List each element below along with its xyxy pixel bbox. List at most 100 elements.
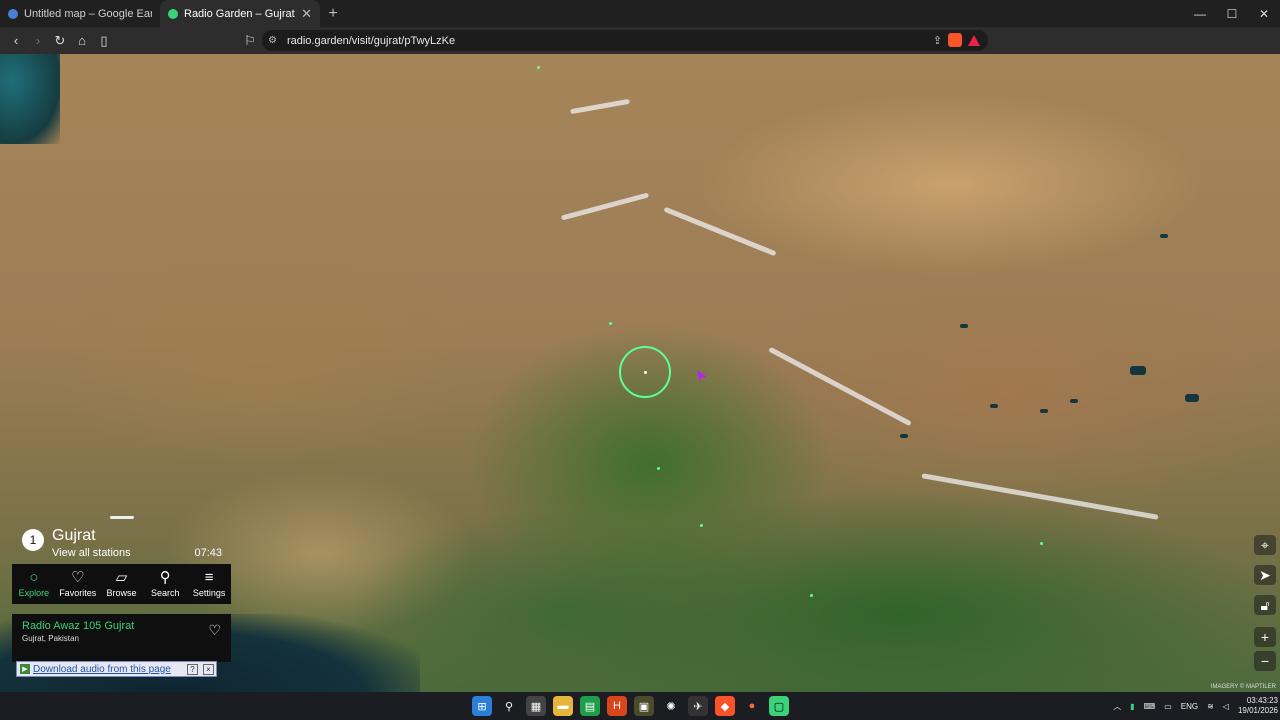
wifi-icon[interactable]: ≋	[1207, 702, 1214, 711]
locate-icon[interactable]: ➤	[1254, 565, 1276, 585]
station-dot[interactable]	[1040, 542, 1043, 545]
now-playing[interactable]: Radio Awaz 105 Gujrat Gujrat, Pakistan ♡	[12, 614, 231, 662]
microphone-icon[interactable]: ●	[742, 696, 762, 716]
forward-icon[interactable]: ›	[28, 31, 48, 51]
nav-label: Favorites	[59, 588, 97, 598]
tab-title: Radio Garden – Gujrat	[184, 7, 295, 20]
share-icon[interactable]: ⇪	[933, 34, 942, 47]
windows-start-icon[interactable]: ⊞	[472, 696, 492, 716]
mic-icon[interactable]: ▮	[1130, 702, 1134, 711]
close-button[interactable]: ×	[203, 663, 214, 675]
sea-region	[0, 54, 60, 144]
lake	[1040, 409, 1048, 413]
panel-nav: ○ Explore ♡ Favorites ▱ Browse ⚲ Search …	[12, 564, 231, 604]
chatgpt-icon[interactable]: ✺	[661, 696, 681, 716]
lake	[1130, 366, 1146, 375]
nav-search[interactable]: ⚲ Search	[143, 564, 187, 604]
nav-browse[interactable]: ▱ Browse	[100, 564, 144, 604]
game-icon[interactable]: ▣	[634, 696, 654, 716]
close-window-button[interactable]: ✕	[1248, 0, 1280, 27]
home-icon[interactable]: ⌂	[72, 31, 92, 51]
search-icon[interactable]: ⚲	[499, 696, 519, 716]
tab-strip: Untitled map – Google Earth Radio Garden…	[0, 0, 1280, 27]
url-field[interactable]: ⚙ radio.garden/visit/gujrat/pTwyLzKe ⇪	[262, 30, 988, 51]
folder-icon[interactable]: ▬	[553, 696, 573, 716]
snow-ridge	[663, 206, 777, 257]
nav-favorites[interactable]: ♡ Favorites	[56, 564, 100, 604]
app-icon[interactable]: ✈	[688, 696, 708, 716]
download-audio-link[interactable]: Download audio from this page	[33, 664, 184, 675]
new-tab-button[interactable]: +	[320, 0, 346, 27]
station-dot[interactable]	[810, 594, 813, 597]
clock-time: 03:43:23	[1246, 696, 1278, 705]
snow-ridge	[570, 98, 630, 115]
snow-ridge	[768, 346, 912, 427]
bookmark-icon[interactable]: ⚐	[240, 31, 260, 51]
store-icon[interactable]: ▦	[526, 696, 546, 716]
chevron-up-icon[interactable]: ︿	[1113, 701, 1121, 712]
maximize-button[interactable]: ☐	[1216, 0, 1248, 27]
lock-icon[interactable]: 🔓︎	[1254, 595, 1276, 615]
local-time: 07:43	[194, 547, 222, 559]
lake	[1185, 394, 1199, 402]
zoom-out-icon[interactable]: −	[1254, 651, 1276, 671]
nav-label: Explore	[18, 588, 50, 598]
help-button[interactable]: ?	[187, 663, 198, 675]
globe-view-icon[interactable]: ⌖	[1254, 535, 1276, 555]
place-header[interactable]: 1 Gujrat View all stations 07:43	[22, 527, 230, 563]
taskbar: ⊞ ⚲ ▦ ▬ ▤ H ▣ ✺ ✈ ◆ ● ▢ ︿ ▮ ⌨ ▭ ENG ≋ ◁ …	[0, 692, 1280, 720]
tab-google-earth[interactable]: Untitled map – Google Earth	[0, 0, 160, 27]
language-indicator[interactable]: ENG	[1181, 702, 1198, 711]
view-all-stations-link[interactable]: View all stations	[52, 547, 131, 559]
station-dot[interactable]	[700, 524, 703, 527]
brave-shields-icon[interactable]	[948, 33, 962, 47]
cursor-icon	[697, 370, 707, 382]
lake	[1070, 399, 1078, 403]
nav-explore[interactable]: ○ Explore	[12, 564, 56, 604]
favorite-heart-icon[interactable]: ♡	[208, 622, 221, 639]
clock-date: 19/01/2026	[1237, 706, 1278, 715]
back-icon[interactable]: ‹	[6, 31, 26, 51]
brave-icon[interactable]: ◆	[715, 696, 735, 716]
omnibox-actions: ⇪	[933, 33, 980, 47]
snow-ridge	[921, 473, 1159, 520]
android-icon[interactable]: ▢	[769, 696, 789, 716]
lake	[900, 434, 908, 438]
nav-label: Search	[151, 588, 180, 598]
close-tab-icon[interactable]: ✕	[301, 6, 312, 22]
tab-title: Untitled map – Google Earth	[24, 7, 152, 20]
spreadsheet-icon[interactable]: ▤	[580, 696, 600, 716]
system-tray: ︿ ▮ ⌨ ▭ ENG ≋ ◁ 03:43:23 19/01/2026	[1113, 692, 1278, 720]
tab-radio-garden[interactable]: Radio Garden – Gujrat ✕	[160, 0, 320, 27]
sidebar-icon[interactable]: ▯	[94, 31, 114, 51]
play-icon: ▶	[20, 664, 30, 674]
snow-ridge	[560, 192, 650, 221]
keyboard-icon[interactable]: ⌨	[1144, 702, 1156, 711]
map-icon: ▱	[115, 569, 128, 586]
taskbar-apps: ⊞ ⚲ ▦ ▬ ▤ H ▣ ✺ ✈ ◆ ● ▢	[472, 696, 789, 716]
nav-settings[interactable]: ≡ Settings	[187, 564, 231, 604]
globe-icon	[8, 8, 18, 19]
brave-rewards-icon[interactable]	[968, 34, 980, 46]
site-info-icon[interactable]: ⚙	[268, 35, 277, 46]
station-dot[interactable]	[657, 467, 660, 470]
monitor-icon[interactable]: ▭	[1164, 702, 1172, 711]
h-app-icon[interactable]: H	[607, 696, 627, 716]
volume-icon[interactable]: ◁	[1223, 702, 1229, 711]
station-dot[interactable]	[609, 322, 612, 325]
place-name: Gujrat	[52, 527, 96, 544]
reload-icon[interactable]: ↻	[50, 31, 70, 51]
selected-station-ring[interactable]	[619, 346, 671, 398]
nav-label: Browse	[106, 588, 137, 598]
zoom-in-icon[interactable]: +	[1254, 627, 1276, 647]
explore-icon: ○	[29, 569, 39, 586]
heart-icon: ♡	[70, 569, 85, 586]
menu-icon: ≡	[204, 569, 214, 586]
panel-drag-handle[interactable]	[110, 516, 134, 519]
station-dot[interactable]	[537, 66, 540, 69]
lake	[960, 324, 968, 328]
minimize-button[interactable]: —	[1184, 0, 1216, 27]
clock[interactable]: 03:43:23 19/01/2026	[1238, 696, 1278, 716]
station-name: Radio Awaz 105 Gujrat	[22, 620, 135, 632]
download-audio-bar[interactable]: ▶ Download audio from this page ? ×	[16, 661, 217, 677]
